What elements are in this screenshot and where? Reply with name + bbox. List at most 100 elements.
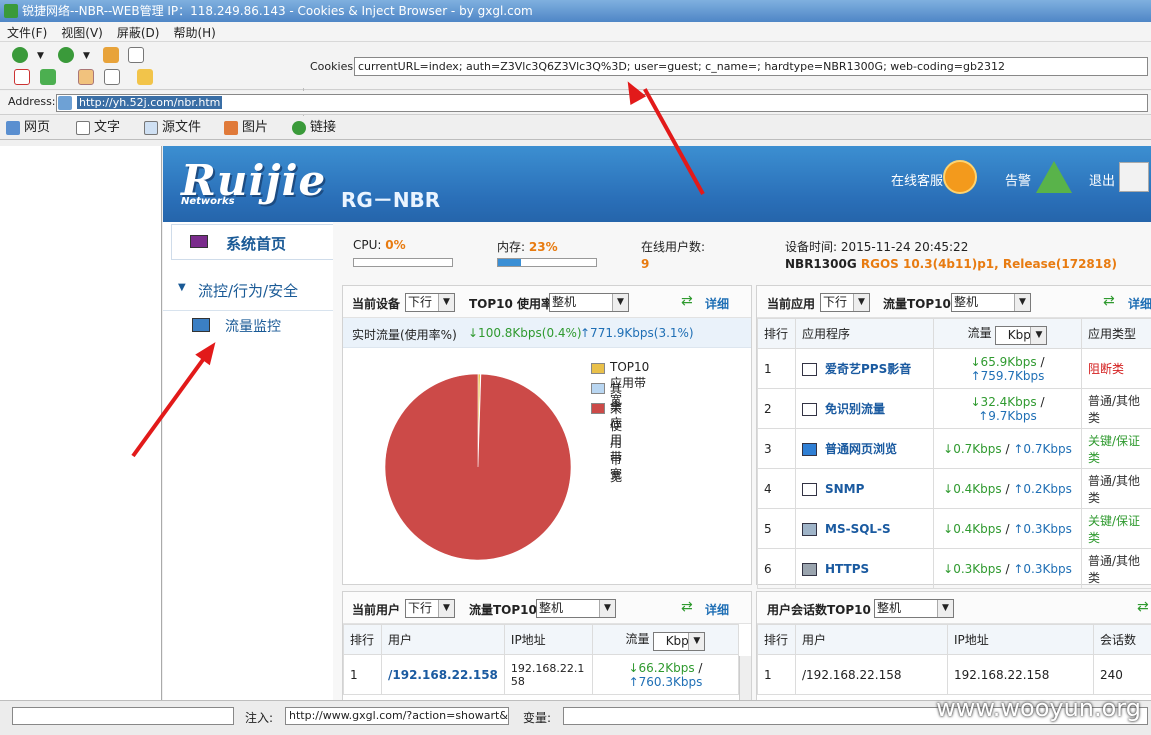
- session-scope-select[interactable]: 整机 ▼: [874, 599, 954, 618]
- table-header: 排行 用户 IP地址 会话数: [757, 624, 1151, 655]
- copy-icon[interactable]: [104, 69, 120, 85]
- window-title: 锐捷网络--NBR--WEB管理 IP：118.249.86.143 - Coo…: [22, 4, 533, 18]
- user-table-scrollbar[interactable]: [739, 656, 751, 700]
- tab-webpage[interactable]: 网页: [4, 117, 50, 139]
- memory-value: 23%: [528, 240, 558, 254]
- nav-traffic-monitor[interactable]: 流量监控: [225, 316, 281, 336]
- device-scope-select[interactable]: 整机 ▼: [549, 293, 629, 312]
- table-header: 排行 应用程序 流量 Kbps ▼ 应用类型: [757, 318, 1151, 349]
- table-row: 3 普通网页浏览 ↓0.7Kbps / ↑0.7Kbps 关键/保证类: [757, 428, 1151, 469]
- memory-bar-fill: [498, 259, 521, 266]
- app-name-cell[interactable]: MS-SQL-S: [795, 508, 934, 549]
- user-panel: 当前用户 下行 ▼ 流量TOP10 整机 ▼ ⇄ 详细 排行 用户 IP地址 流量 …: [342, 591, 752, 700]
- user-direction-select[interactable]: 下行 ▼: [405, 599, 455, 618]
- device-panel: 当前设备 下行 ▼ TOP10 使用率 整机 ▼ ⇄ 详细 实时流量(使用率%) ↓…: [342, 285, 752, 585]
- app-table: 排行 应用程序 流量 Kbps ▼ 应用类型 1 爱奇艺PPS影音 ↓65.9Kbps…: [757, 318, 1151, 589]
- nav-section-flow-control[interactable]: 流控/行为/安全: [198, 280, 298, 301]
- tab-source[interactable]: 源文件: [142, 117, 201, 139]
- table-row: 6 HTTPS ↓0.3Kbps / ↑0.3Kbps 普通/其他类: [757, 548, 1151, 589]
- refresh-icon[interactable]: ⇄: [1103, 293, 1115, 309]
- link-icon: [292, 121, 306, 135]
- logout-link[interactable]: 退出: [1089, 170, 1115, 189]
- bandwidth-pie-chart: [384, 373, 572, 561]
- app-direction-select[interactable]: 下行 ▼: [820, 293, 870, 312]
- back-icon[interactable]: [12, 47, 28, 63]
- device-detail-link[interactable]: 详细: [705, 295, 729, 312]
- table-row: 2 免识别流量 ↓32.4Kbps / ↑9.7Kbps 普通/其他类: [757, 388, 1151, 429]
- app-name-cell[interactable]: 普通网页浏览: [795, 428, 934, 469]
- user-top-label: 流量TOP10: [469, 603, 537, 617]
- alarm-icon[interactable]: [1036, 161, 1072, 193]
- user-scope-select[interactable]: 整机 ▼: [536, 599, 616, 618]
- user-link[interactable]: /192.168.22.158: [381, 654, 505, 695]
- app-name-cell[interactable]: HTTPS: [795, 548, 934, 589]
- user-label: 当前用户: [352, 603, 401, 617]
- inject-input[interactable]: http://www.gxgl.com/?action=showart&id=1…: [285, 707, 509, 725]
- traffic-monitor-icon: [192, 318, 210, 332]
- app-name-cell[interactable]: 爱奇艺PPS影音: [795, 348, 934, 389]
- window-icon: [802, 403, 817, 416]
- lock-icon[interactable]: [137, 69, 153, 85]
- inject-label: 注入:: [245, 711, 274, 725]
- table-row: 1 /192.168.22.158 192.168.22.158 ↓66.2Kb…: [343, 654, 740, 695]
- cpu-value: 0%: [385, 238, 406, 252]
- user-panel-header: 当前用户 下行 ▼ 流量TOP10 整机 ▼ ⇄ 详细: [343, 592, 751, 624]
- forward-icon[interactable]: [58, 47, 74, 63]
- device-top-label: TOP10 使用率: [469, 297, 554, 311]
- stop-icon[interactable]: [14, 69, 30, 85]
- refresh-icon[interactable]: [40, 69, 56, 85]
- menu-file[interactable]: 文件(F): [0, 22, 54, 43]
- home-icon[interactable]: [103, 47, 119, 63]
- new-page-icon[interactable]: [128, 47, 144, 63]
- menu-help[interactable]: 帮助(H): [166, 22, 222, 43]
- address-value: http://yh.52j.com/nbr.htm: [77, 96, 223, 109]
- alarm-link[interactable]: 告警: [1005, 170, 1031, 189]
- window-icon: [802, 482, 817, 496]
- nav-home[interactable]: 系统首页: [171, 224, 333, 260]
- app-icon: [4, 4, 18, 18]
- logout-icon[interactable]: [1119, 162, 1149, 192]
- lock-icon: [802, 562, 817, 576]
- refresh-icon[interactable]: ⇄: [681, 293, 693, 309]
- cookies-input[interactable]: currentURL=index; auth=Z3Vlc3Q6Z3Vlc3Q%3…: [354, 57, 1148, 76]
- table-row: 1 爱奇艺PPS影音 ↓65.9Kbps / ↑759.7Kbps 阻断类: [757, 348, 1151, 389]
- memory-bar: [497, 258, 597, 267]
- tab-links[interactable]: 链接: [290, 117, 336, 139]
- user-detail-link[interactable]: 详细: [705, 601, 729, 618]
- app-panel-header: 当前应用 下行 ▼ 流量TOP10 整机 ▼ ⇄ 详细: [757, 286, 1151, 318]
- back-dropdown-icon[interactable]: ▼: [37, 51, 44, 61]
- ie-icon: [802, 443, 817, 456]
- menu-view[interactable]: 视图(V): [54, 22, 110, 43]
- session-label: 用户会话数TOP10: [767, 603, 871, 617]
- forward-dropdown-icon[interactable]: ▼: [83, 51, 90, 61]
- session-panel: 用户会话数TOP10 整机 ▼ ⇄ 排行 用户 IP地址 会话数 1 /192.1…: [756, 591, 1151, 700]
- left-pane: [0, 146, 162, 700]
- tab-images[interactable]: 图片: [222, 117, 268, 139]
- app-name-cell[interactable]: SNMP: [795, 468, 934, 509]
- memory-label: 内存: 23%: [497, 240, 558, 254]
- address-input[interactable]: http://yh.52j.com/nbr.htm: [56, 94, 1148, 112]
- product-name: RG－NBR: [341, 188, 441, 212]
- device-direction-select[interactable]: 下行 ▼: [405, 293, 455, 312]
- menu-block[interactable]: 屏蔽(D): [110, 22, 167, 43]
- user-unit-select[interactable]: Kbps ▼: [653, 632, 706, 651]
- online-users-label: 在线用户数:: [641, 240, 706, 254]
- refresh-icon[interactable]: ⇄: [681, 599, 693, 615]
- legend-swatch: [591, 403, 605, 414]
- app-name-cell[interactable]: 免识别流量: [795, 388, 934, 429]
- tab-text[interactable]: 文字: [74, 117, 120, 139]
- app-detail-link[interactable]: 详细: [1128, 295, 1151, 312]
- app-scope-select[interactable]: 整机 ▼: [951, 293, 1031, 312]
- image-icon: [224, 121, 238, 135]
- save-icon[interactable]: [78, 69, 94, 85]
- db-icon: [802, 522, 817, 536]
- refresh-icon[interactable]: ⇄: [1137, 599, 1149, 615]
- collapse-arrow-icon[interactable]: ▼: [178, 282, 186, 293]
- smiley-icon[interactable]: [943, 160, 977, 194]
- address-label: Address:: [8, 95, 56, 108]
- app-unit-select[interactable]: Kbps ▼: [995, 326, 1048, 345]
- realtime-down: ↓100.8Kbps(0.4%): [468, 326, 582, 340]
- table-row: 4 SNMP ↓0.4Kbps / ↑0.2Kbps 普通/其他类: [757, 468, 1151, 509]
- legend-swatch: [591, 363, 605, 374]
- online-service-link[interactable]: 在线客服: [891, 170, 943, 189]
